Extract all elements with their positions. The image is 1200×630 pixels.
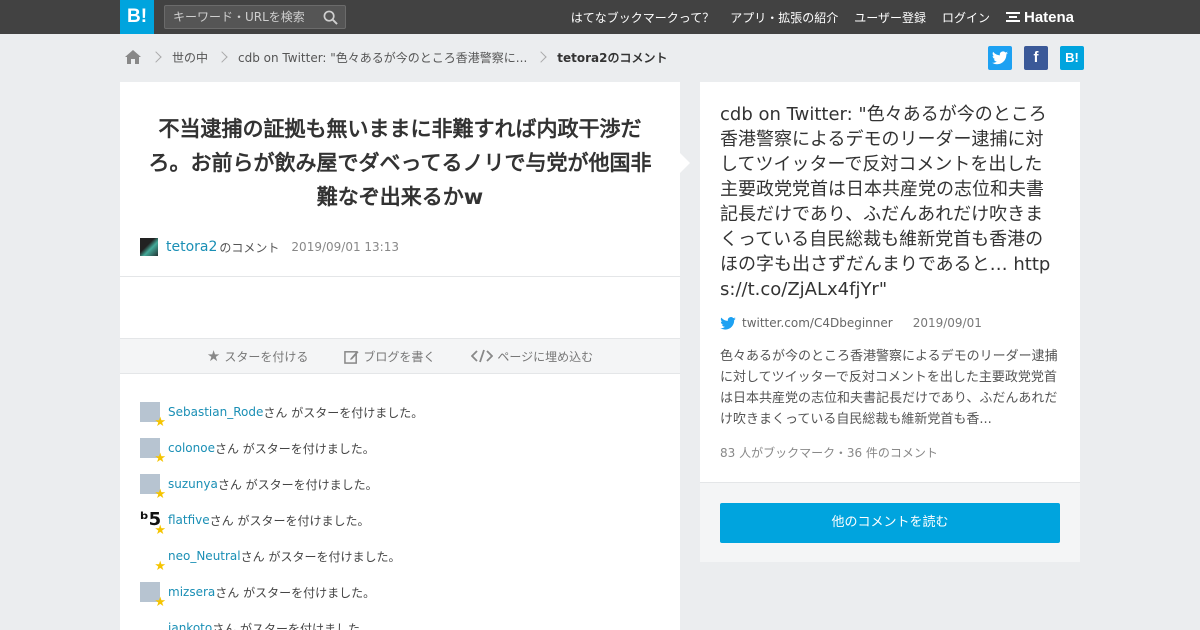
avatar[interactable]: ★ <box>140 438 166 466</box>
edit-icon <box>344 350 359 364</box>
hatena-brand[interactable]: Hatena <box>1006 0 1074 34</box>
top-nav: はてなブックマークって？ アプリ・拡張の紹介 ユーザー登録 ログイン <box>571 0 990 34</box>
home-icon[interactable] <box>124 49 142 65</box>
avatar[interactable]: ★ <box>140 618 160 630</box>
comment-suffix: のコメント <box>219 240 280 255</box>
star-item: ★ colonoe さん がスターを付けました。 <box>140 430 423 466</box>
star-user[interactable]: jankoto <box>168 621 212 630</box>
search-icon[interactable] <box>323 10 338 25</box>
chevron-right-icon <box>150 51 162 63</box>
star-item: ★ neo_Neutral さん がスターを付けました。 <box>140 538 423 574</box>
hatena-brand-label: Hatena <box>1024 8 1075 26</box>
star-suffix: さん がスターを付けました。 <box>217 477 378 492</box>
star-list: ★ Sebastian_Rode さん がスターを付けました。 ★ colonoe さん… <box>140 394 423 630</box>
write-blog-button[interactable]: ブログを書く <box>344 348 435 365</box>
star-suffix: さん がスターを付けました。 <box>263 405 424 420</box>
breadcrumb-current: tetora2のコメント <box>557 50 668 65</box>
star-item: ᵇ5 ★ flatfive さん がスターを付けました。 <box>140 502 423 539</box>
star-user[interactable]: mizsera <box>168 585 215 599</box>
nav-about[interactable]: はてなブックマークって？ <box>571 9 714 26</box>
star-icon: ★ <box>154 451 166 466</box>
add-star-button[interactable]: ★ スターを付ける <box>207 347 308 365</box>
star-user[interactable]: neo_Neutral <box>168 549 241 563</box>
comment-text: 不当逮捕の証拠も無いままに非難すれば内政干渉だろ。お前らが飲み屋でダベってるノリ… <box>148 117 652 209</box>
avatar[interactable]: ★ <box>140 402 166 430</box>
divider <box>120 276 680 277</box>
top-bar: B! はてなブックマークって？ アプリ・拡張の紹介 ユーザー登録 ログイン Ha… <box>0 0 1200 34</box>
nav-signup[interactable]: ユーザー登録 <box>854 9 926 26</box>
twitter-icon <box>992 51 1008 65</box>
chevron-right-icon <box>216 51 228 63</box>
star-user[interactable]: Sebastian_Rode <box>168 405 263 419</box>
star-icon: ★ <box>154 487 166 502</box>
entry-source: twitter.com/C4Dbeginner 2019/09/01 <box>720 316 982 330</box>
entry-description: 色々あるが今のところ香港警察によるデモのリーダー逮捕に対してツイッターで反対コメ… <box>720 349 1058 427</box>
comment-date[interactable]: 2019/09/01 13:13 <box>291 240 399 254</box>
twitter-share-button[interactable] <box>988 46 1012 70</box>
star-item: ★ suzunya さん がスターを付けました。 <box>140 466 423 502</box>
hatena-bookmark-logo[interactable]: B! <box>120 0 154 34</box>
search-input[interactable] <box>165 6 315 28</box>
star-icon: ★ <box>206 347 221 365</box>
avatar[interactable]: ★ <box>140 582 166 610</box>
star-user[interactable]: suzunya <box>168 477 218 491</box>
action-bar: ★ スターを付ける ブログを書く ページに埋め込む <box>120 338 680 374</box>
embed-label: ページに埋め込む <box>497 349 594 364</box>
facebook-share-button[interactable]: f <box>1024 46 1048 70</box>
comment-meta: tetora2 のコメント 2019/09/01 13:13 <box>140 238 399 256</box>
chevron-right-icon <box>535 51 547 63</box>
star-suffix: さん がスターを付けました。 <box>214 441 375 456</box>
avatar[interactable]: ᵇ5 ★ <box>140 510 166 539</box>
breadcrumb-category[interactable]: 世の中 <box>172 49 208 66</box>
hatena-logo-icon <box>1006 12 1020 22</box>
write-blog-label: ブログを書く <box>363 349 436 364</box>
avatar[interactable]: ★ <box>140 546 166 574</box>
star-icon: ★ <box>154 595 166 610</box>
avatar[interactable] <box>140 238 158 256</box>
star-user[interactable]: colonoe <box>168 441 215 455</box>
breadcrumb: 世の中 cdb on Twitter: "色々あるが今のところ香港警察に... … <box>124 46 668 68</box>
code-icon <box>471 349 494 363</box>
nav-apps[interactable]: アプリ・拡張の紹介 <box>730 9 838 26</box>
bookmark-count[interactable]: 83 人がブックマーク・36 件のコメント <box>720 444 938 461</box>
facebook-icon: f <box>1033 49 1039 66</box>
star-icon: ★ <box>154 415 166 430</box>
search-box[interactable] <box>164 5 346 29</box>
breadcrumb-entry[interactable]: cdb on Twitter: "色々あるが今のところ香港警察に... <box>238 49 527 66</box>
entry-date: 2019/09/01 <box>912 316 982 330</box>
star-suffix: さん がスターを付けました。 <box>215 585 376 600</box>
card-pointer <box>680 153 690 173</box>
avatar[interactable]: ★ <box>140 474 166 502</box>
star-icon: ★ <box>154 559 166 574</box>
nav-login[interactable]: ログイン <box>942 9 990 26</box>
star-suffix: さん がスターを付けました。 <box>209 513 370 528</box>
star-item: ★ mizsera さん がスターを付けました。 <box>140 574 423 610</box>
hatena-share-button[interactable]: B! <box>1060 46 1084 70</box>
entry-card: cdb on Twitter: "色々あるが今のところ香港警察によるデモのリーダ… <box>700 82 1080 562</box>
add-star-label: スターを付ける <box>224 349 309 364</box>
embed-button[interactable]: ページに埋め込む <box>471 348 593 365</box>
star-suffix: さん がスターを付けました。 <box>240 549 401 564</box>
comment-user[interactable]: tetora2 <box>166 239 217 255</box>
read-comments-button[interactable]: 他のコメントを読む <box>720 503 1060 543</box>
entry-footer: 他のコメントを読む <box>700 482 1080 562</box>
entry-domain[interactable]: twitter.com/C4Dbeginner <box>742 316 893 330</box>
star-item: ★ Sebastian_Rode さん がスターを付けました。 <box>140 394 423 430</box>
twitter-icon <box>720 316 736 330</box>
star-icon: ★ <box>154 523 166 538</box>
comment-card: 不当逮捕の証拠も無いままに非難すれば内政干渉だろ。お前らが飲み屋でダベってるノリ… <box>120 82 680 630</box>
share-buttons: f B! <box>988 46 1084 70</box>
star-suffix: さん がスターを付けました。 <box>212 621 373 630</box>
star-item: ★ jankotoさん がスターを付けました。 <box>140 610 423 630</box>
hatena-bookmark-icon: B! <box>1065 50 1079 65</box>
star-user[interactable]: flatfive <box>168 513 210 527</box>
entry-title[interactable]: cdb on Twitter: "色々あるが今のところ香港警察によるデモのリーダ… <box>720 102 1060 302</box>
